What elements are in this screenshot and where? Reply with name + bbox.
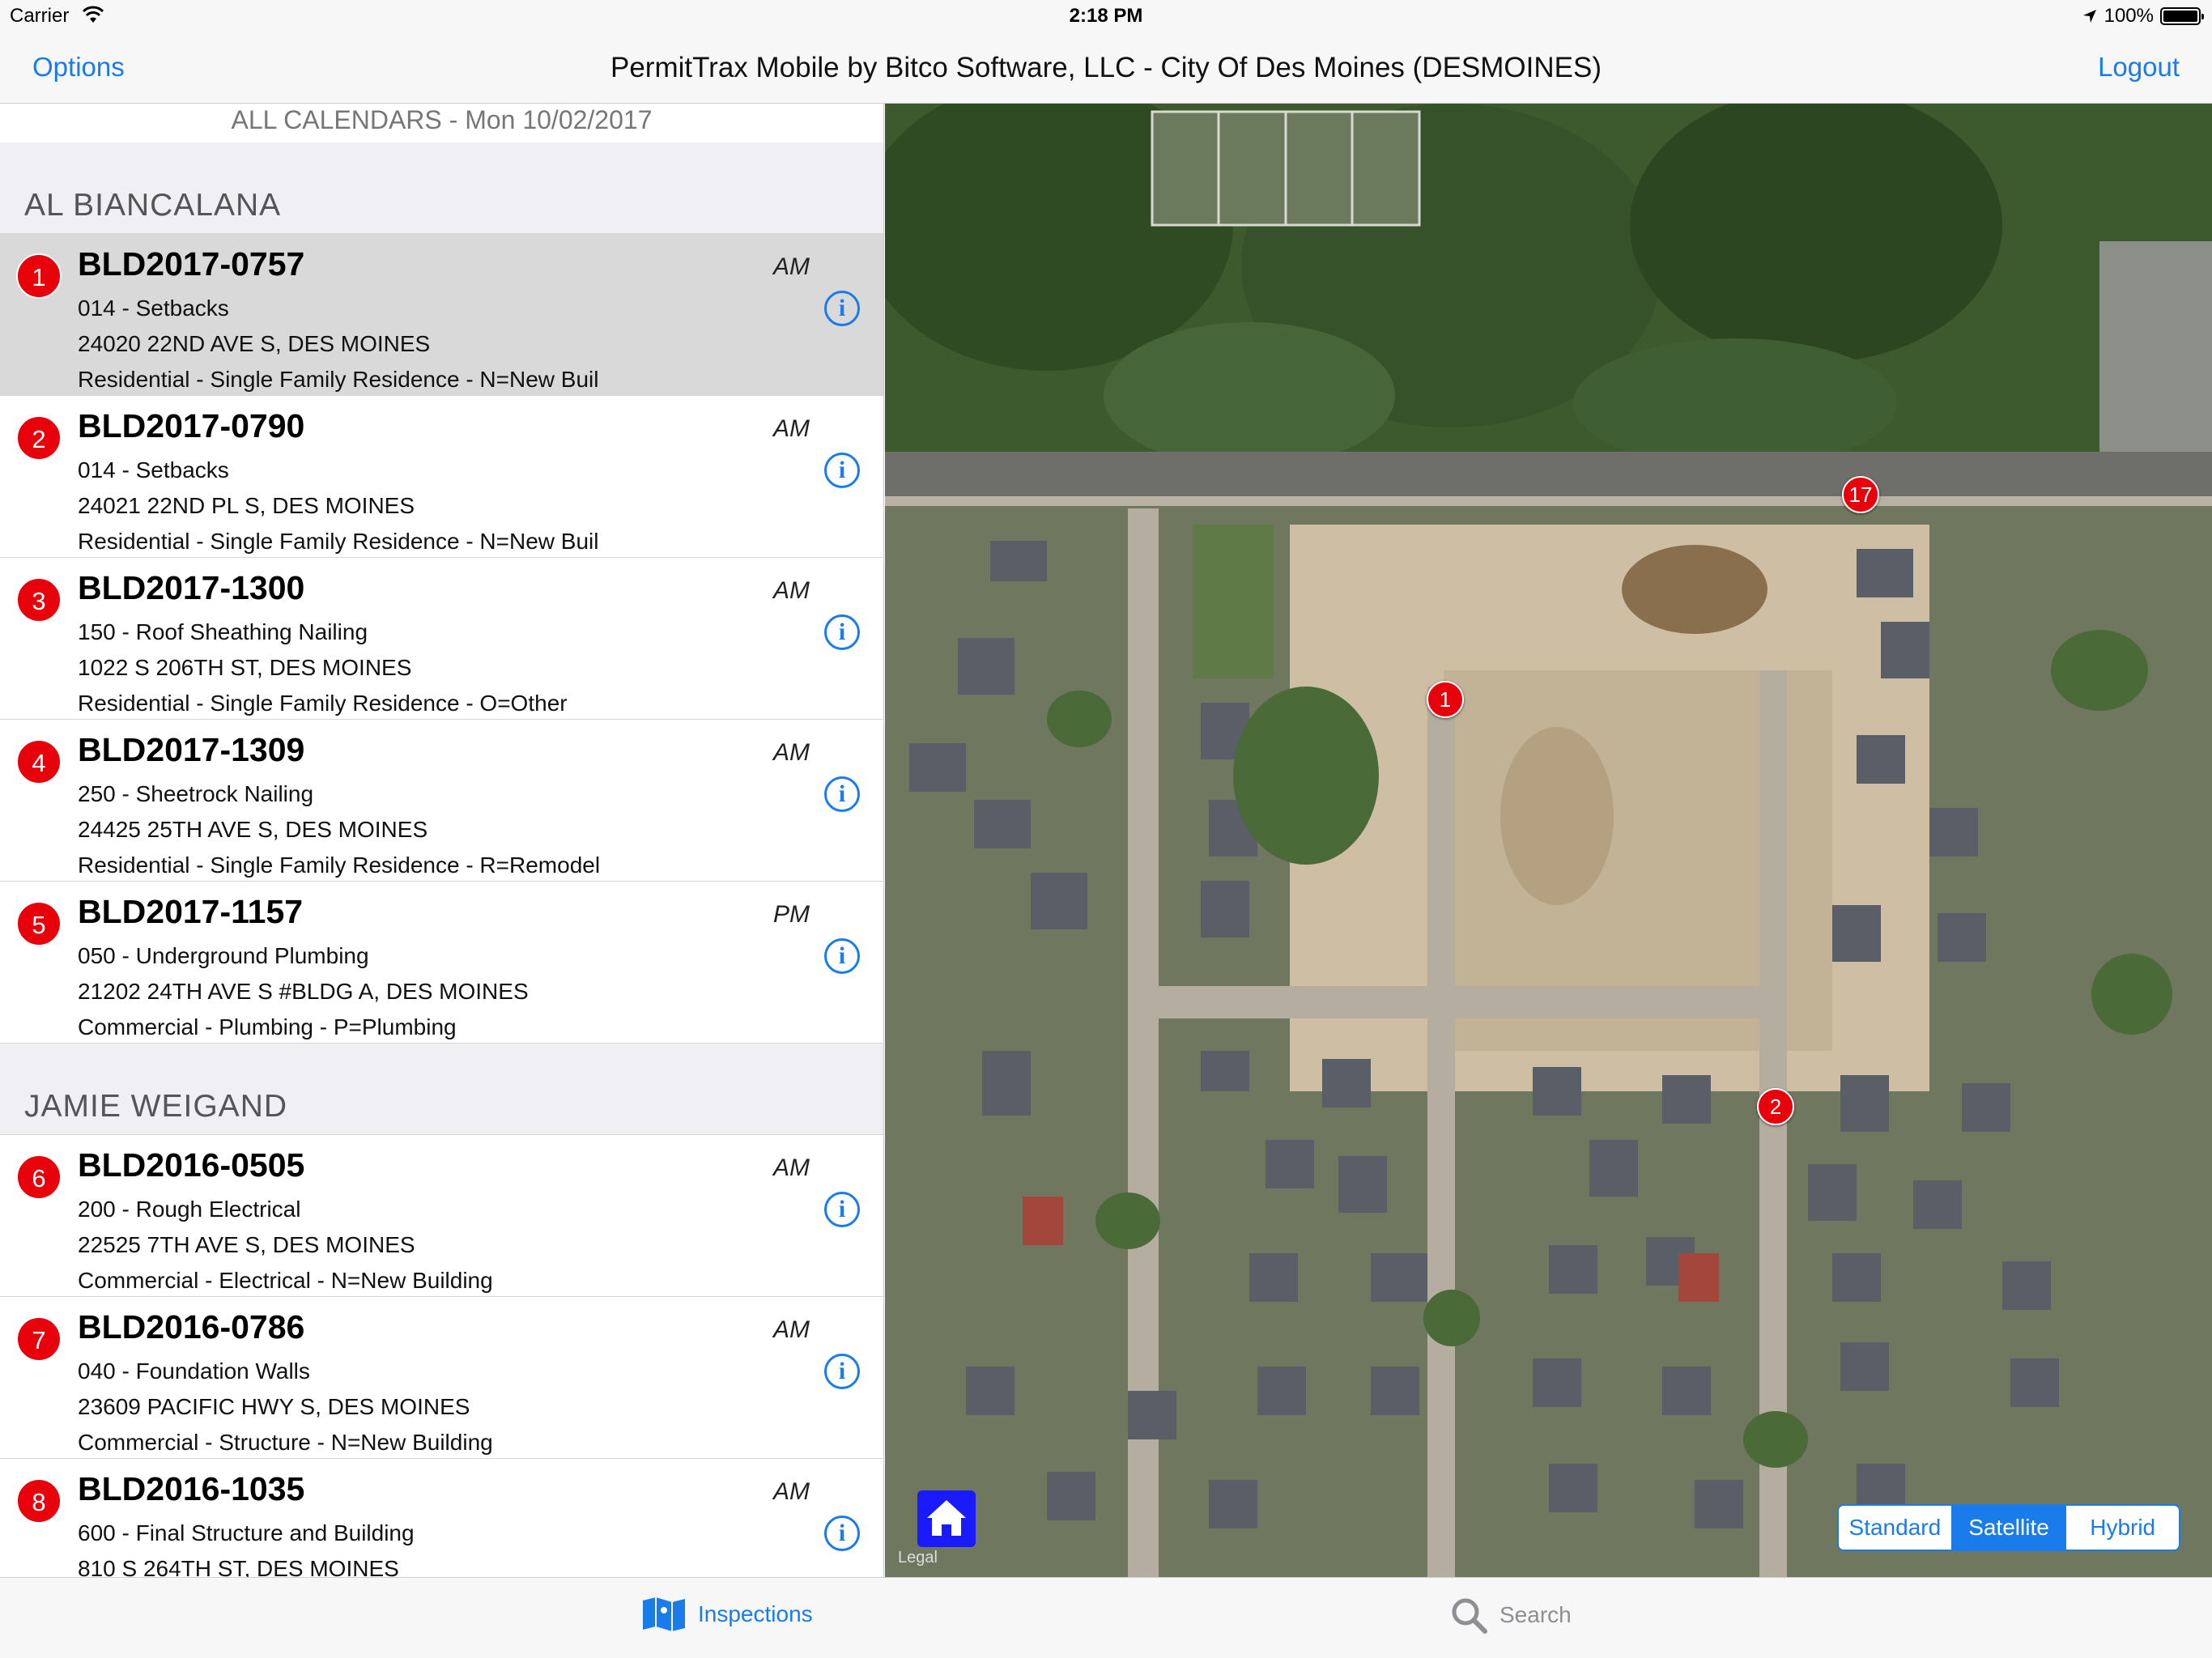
calendar-date-header: ALL CALENDARS - Mon 10/02/2017: [0, 104, 883, 142]
address: 1022 S 206TH ST, DES MOINES: [78, 655, 412, 680]
inspection-type: 014 - Setbacks: [78, 457, 229, 483]
list-item[interactable]: 6 BLD2016-0505 AM 200 - Rough Electrical…: [0, 1135, 883, 1297]
address: 810 S 264TH ST, DES MOINES: [78, 1556, 399, 1577]
tab-label: Inspections: [698, 1601, 813, 1626]
time-of-day: PM: [773, 901, 810, 928]
map-pin-2[interactable]: 2: [1757, 1088, 1794, 1125]
page-title: PermitTrax Mobile by Bitco Software, LLC…: [610, 52, 1602, 83]
navigation-bar: Options PermitTrax Mobile by Bitco Softw…: [0, 32, 2212, 104]
permit-number: BLD2016-0786: [78, 1308, 305, 1346]
section-header-al-biancalana: AL BIANCALANA: [0, 142, 883, 234]
address: 24425 25TH AVE S, DES MOINES: [78, 817, 428, 842]
item-number-badge: 1: [16, 253, 62, 299]
tab-inspections[interactable]: Inspections: [641, 1596, 813, 1633]
inspection-type: 250 - Sheetrock Nailing: [78, 781, 314, 806]
map-view[interactable]: 17 1 2 Legal Standard Satellite Hybrid: [885, 104, 2212, 1577]
battery-percent: 100%: [2104, 5, 2154, 27]
item-number-badge: 4: [16, 739, 62, 784]
list-item[interactable]: 4 BLD2017-1309 AM 250 - Sheetrock Nailin…: [0, 720, 883, 882]
map-type-selector[interactable]: Standard Satellite Hybrid: [1837, 1504, 2180, 1551]
inspection-type: 150 - Roof Sheathing Nailing: [78, 619, 368, 644]
list-item[interactable]: 7 BLD2016-0786 AM 040 - Foundation Walls…: [0, 1297, 883, 1459]
permit-number: BLD2017-1309: [78, 731, 305, 768]
map-folded-icon: [643, 1597, 685, 1631]
info-icon[interactable]: i: [824, 453, 860, 488]
permit-category: Residential - Single Family Residence - …: [78, 529, 599, 554]
item-number-badge: 5: [16, 901, 62, 946]
info-icon[interactable]: i: [824, 291, 860, 326]
info-icon[interactable]: i: [824, 1192, 860, 1227]
info-icon[interactable]: i: [824, 938, 860, 974]
inspection-type: 200 - Rough Electrical: [78, 1197, 301, 1222]
item-number-badge: 7: [16, 1316, 62, 1362]
tab-search[interactable]: Search: [1449, 1596, 1572, 1635]
permit-category: Residential - Single Family Residence - …: [78, 852, 601, 878]
tab-bar: Inspections Search: [0, 1577, 2212, 1658]
permit-number: BLD2016-0505: [78, 1146, 305, 1184]
permit-number: BLD2017-1300: [78, 569, 305, 606]
inspection-list[interactable]: ALL CALENDARS - Mon 10/02/2017 AL BIANCA…: [0, 104, 884, 1577]
address: 24020 22ND AVE S, DES MOINES: [78, 331, 431, 356]
address: 22525 7TH AVE S, DES MOINES: [78, 1232, 415, 1257]
battery-icon: [2160, 7, 2204, 25]
inspection-type: 040 - Foundation Walls: [78, 1358, 310, 1384]
item-number-badge: 8: [16, 1478, 62, 1524]
map-type-hybrid[interactable]: Hybrid: [2066, 1506, 2179, 1550]
status-bar: Carrier 2:18 PM 100%: [0, 0, 2212, 32]
inspection-type: 600 - Final Structure and Building: [78, 1520, 415, 1545]
clock: 2:18 PM: [1069, 5, 1143, 27]
permit-number: BLD2017-0757: [78, 245, 305, 283]
map-pin-1[interactable]: 1: [1427, 681, 1464, 718]
map-pin-17[interactable]: 17: [1842, 476, 1879, 513]
logout-button[interactable]: Logout: [2098, 52, 2180, 83]
permit-number: BLD2017-0790: [78, 407, 305, 444]
item-number-badge: 6: [16, 1154, 62, 1200]
permit-category: Commercial - Electrical - N=New Building: [78, 1268, 493, 1293]
search-icon: [1452, 1598, 1487, 1634]
info-icon[interactable]: i: [824, 614, 860, 650]
location-arrow-icon: [2082, 10, 2096, 23]
map-type-satellite[interactable]: Satellite: [1952, 1506, 2067, 1550]
section-title: AL BIANCALANA: [24, 188, 282, 223]
legal-link[interactable]: Legal: [898, 1549, 938, 1567]
address: 21202 24TH AVE S #BLDG A, DES MOINES: [78, 979, 529, 1004]
address: 24021 22ND PL S, DES MOINES: [78, 493, 415, 518]
inspection-type: 050 - Underground Plumbing: [78, 943, 369, 968]
permit-category: Commercial - Plumbing - P=Plumbing: [78, 1014, 457, 1039]
list-item[interactable]: 1 BLD2017-0757 AM 014 - Setbacks 24020 2…: [0, 234, 883, 396]
info-icon[interactable]: i: [824, 1516, 860, 1551]
time-of-day: AM: [773, 577, 810, 604]
item-number-badge: 3: [16, 577, 62, 623]
list-item[interactable]: 5 BLD2017-1157 PM 050 - Underground Plum…: [0, 882, 883, 1044]
section-header-jamie-weigand: JAMIE WEIGAND: [0, 1044, 883, 1135]
list-item[interactable]: 8 BLD2016-1035 AM 600 - Final Structure …: [0, 1459, 883, 1577]
info-icon[interactable]: i: [824, 776, 860, 812]
permit-category: Residential - Single Family Residence - …: [78, 367, 599, 392]
tab-label: Search: [1499, 1602, 1572, 1627]
map-type-standard[interactable]: Standard: [1839, 1506, 1953, 1550]
list-item[interactable]: 2 BLD2017-0790 AM 014 - Setbacks 24021 2…: [0, 396, 883, 558]
satellite-imagery: [885, 104, 2212, 1577]
time-of-day: AM: [773, 1478, 810, 1505]
time-of-day: AM: [773, 1316, 810, 1343]
time-of-day: AM: [773, 253, 810, 280]
permit-number: BLD2017-1157: [78, 893, 304, 930]
list-item[interactable]: 3 BLD2017-1300 AM 150 - Roof Sheathing N…: [0, 558, 883, 720]
address: 23609 PACIFIC HWY S, DES MOINES: [78, 1394, 470, 1419]
home-icon: [927, 1500, 966, 1536]
home-location-button[interactable]: [917, 1490, 976, 1547]
time-of-day: AM: [773, 739, 810, 766]
time-of-day: AM: [773, 1154, 810, 1181]
permit-category: Commercial - Structure - N=New Building: [78, 1430, 493, 1455]
time-of-day: AM: [773, 415, 810, 442]
item-number-badge: 2: [16, 415, 62, 461]
permit-number: BLD2016-1035: [78, 1470, 305, 1507]
info-icon[interactable]: i: [824, 1354, 860, 1389]
inspection-type: 014 - Setbacks: [78, 295, 229, 321]
permit-category: Residential - Single Family Residence - …: [78, 691, 568, 716]
section-title: JAMIE WEIGAND: [24, 1089, 288, 1124]
